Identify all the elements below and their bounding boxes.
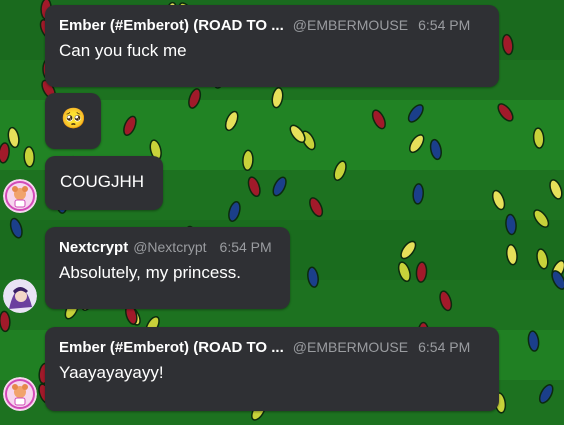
author-name[interactable]: Ember (#Emberot) (ROAD TO ...: [59, 17, 284, 34]
message-text: Absolutely, my princess.: [59, 263, 242, 282]
message-bubble: Ember (#Emberot) (ROAD TO ... @EMBERMOUS…: [45, 327, 499, 411]
nextcrypt-avatar-icon: [3, 279, 37, 313]
author-handle[interactable]: @EMBERMOUSE: [293, 339, 408, 355]
message-text: Yaayayayayy!: [59, 363, 164, 382]
timestamp: 6:54 PM: [418, 17, 471, 33]
message-text: Can you fuck me: [59, 41, 187, 60]
message-bubble: Nextcrypt @Nextcrypt 6:54 PM Absolutely,…: [45, 227, 290, 309]
message-bubble: 🥺: [45, 93, 101, 149]
light-bulb-decoration: [242, 149, 254, 172]
message-bubble: COUGJHH: [45, 156, 163, 210]
light-bulb-decoration: [23, 146, 35, 168]
timestamp: 6:54 PM: [219, 239, 272, 255]
message-bubble: Ember (#Emberot) (ROAD TO ... @EMBERMOUS…: [45, 5, 499, 87]
author-handle[interactable]: @Nextcrypt: [133, 239, 206, 255]
author-name[interactable]: Nextcrypt: [59, 239, 128, 256]
pleading-face-icon: 🥺: [61, 108, 86, 130]
ember-avatar-icon: [3, 179, 37, 213]
message-text: COUGJHH: [60, 172, 145, 191]
avatar[interactable]: [3, 179, 37, 213]
author-handle[interactable]: @EMBERMOUSE: [293, 17, 408, 33]
ember-avatar-icon: [3, 377, 37, 411]
avatar[interactable]: [3, 377, 37, 411]
timestamp: 6:54 PM: [418, 339, 471, 355]
message-header: Ember (#Emberot) (ROAD TO ... @EMBERMOUS…: [59, 17, 485, 34]
author-name[interactable]: Ember (#Emberot) (ROAD TO ...: [59, 339, 284, 356]
message-header: Nextcrypt @Nextcrypt 6:54 PM: [59, 239, 276, 256]
message-header: Ember (#Emberot) (ROAD TO ... @EMBERMOUS…: [59, 339, 485, 356]
avatar[interactable]: [3, 279, 37, 313]
